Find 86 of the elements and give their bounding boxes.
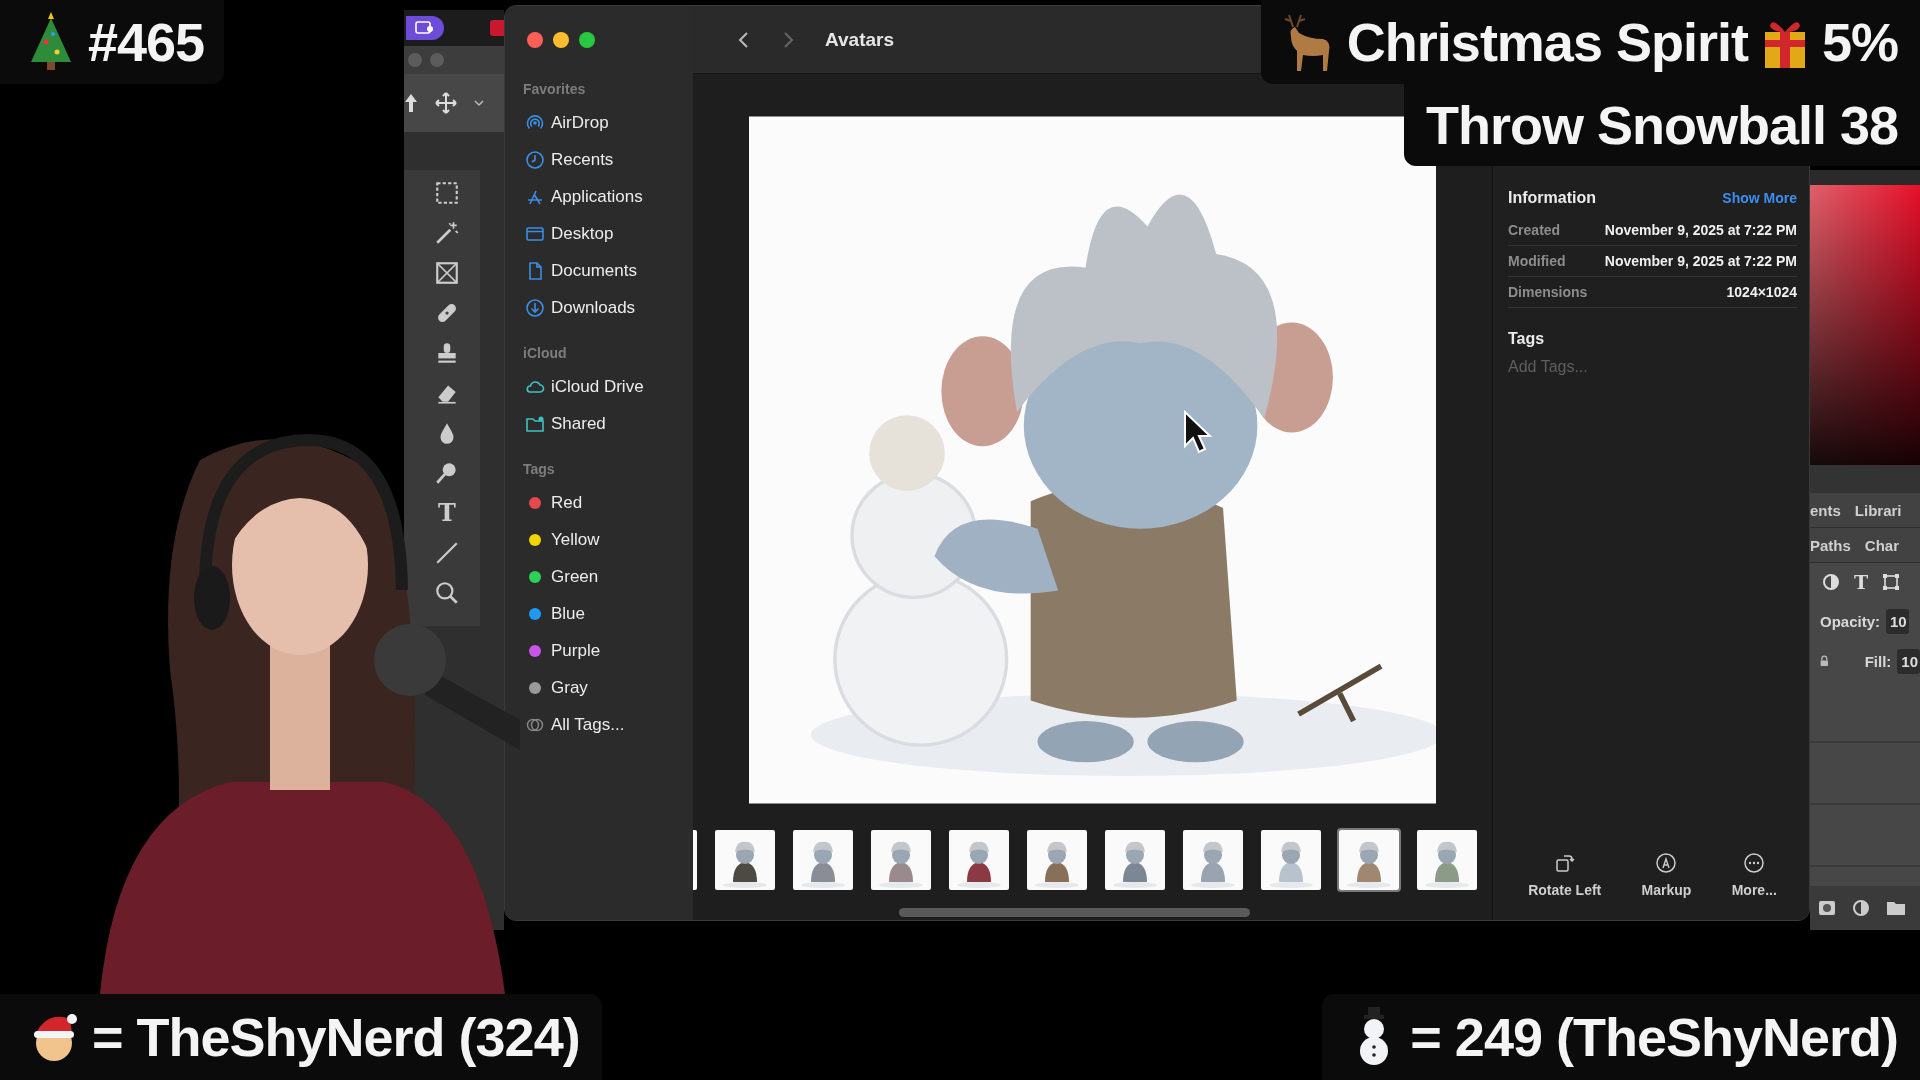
- section-header: Favorites: [523, 80, 587, 99]
- download-icon: [525, 297, 545, 318]
- field-label: Created: [1508, 222, 1561, 238]
- sidebar-item[interactable]: AirDrop: [523, 104, 693, 141]
- caret-icon[interactable]: [474, 99, 484, 107]
- sidebar-item[interactable]: Recents: [523, 141, 693, 178]
- leader-text: = TheShyNerd (324): [92, 1006, 580, 1068]
- show-more-link[interactable]: Show More: [1722, 190, 1797, 206]
- thumbnail[interactable]: [869, 828, 933, 892]
- spirit-value: 5%: [1821, 11, 1898, 73]
- sidebar-item[interactable]: All Tags...: [523, 706, 693, 743]
- window-title: Avatars: [825, 28, 894, 51]
- fill-label: Fill:: [1864, 652, 1892, 670]
- type-tool[interactable]: T: [438, 500, 456, 526]
- episode-number: #465: [88, 11, 205, 73]
- thumbnail[interactable]: [1415, 828, 1479, 892]
- thumbnail[interactable]: [1103, 828, 1167, 892]
- rotate-left-button[interactable]: Rotate Left: [1524, 850, 1606, 900]
- panel-tab[interactable]: ents: [1810, 501, 1841, 519]
- sidebar-item[interactable]: Desktop: [523, 215, 693, 252]
- thumbnail[interactable]: [1337, 828, 1401, 892]
- browser-tab[interactable]: [406, 16, 444, 40]
- color-field[interactable]: [1810, 185, 1920, 465]
- marquee-icon[interactable]: [434, 180, 460, 206]
- screen-share-icon: [415, 20, 435, 36]
- clock-icon: [525, 149, 545, 170]
- spirit-label: Christmas Spirit: [1346, 11, 1748, 73]
- scrollbar[interactable]: [899, 908, 1250, 917]
- sidebar-item[interactable]: Blue: [523, 595, 693, 632]
- move-icon[interactable]: [434, 91, 458, 115]
- section-title: Tags: [1508, 330, 1546, 348]
- sidebar-item[interactable]: Downloads: [523, 289, 693, 326]
- sidebar-item[interactable]: Documents: [523, 252, 693, 289]
- pointer-icon: [1183, 410, 1213, 454]
- close-button[interactable]: [527, 32, 543, 48]
- sidebar-item[interactable]: Applications: [523, 178, 693, 215]
- panel-tab[interactable]: Char: [1864, 536, 1900, 554]
- sidebar-item[interactable]: Yellow: [523, 521, 693, 558]
- line-icon[interactable]: [434, 540, 460, 566]
- fill-field[interactable]: 10: [1897, 648, 1920, 674]
- adjustment-icon[interactable]: [1852, 899, 1870, 917]
- chevron-left-icon: [737, 30, 749, 49]
- tags-field[interactable]: Add Tags...: [1508, 356, 1797, 378]
- field-value: 1024×1024: [1726, 284, 1797, 300]
- zoom-icon[interactable]: [434, 580, 460, 606]
- panel-tab[interactable]: Paths: [1810, 536, 1851, 554]
- section-header: Tags: [523, 460, 556, 479]
- panel-tab[interactable]: Librari: [1854, 501, 1902, 519]
- sidebar-item[interactable]: Gray: [523, 669, 693, 706]
- opacity-field[interactable]: 10: [1886, 608, 1909, 634]
- ellipsis-icon: [1743, 852, 1766, 874]
- snowball-counter: Throw Snowball 38: [1425, 94, 1898, 156]
- leader-text: = 249 (TheShyNerd): [1410, 1006, 1898, 1068]
- field-value: November 9, 2025 at 7:22 PM: [1604, 222, 1797, 238]
- folder-icon[interactable]: [1886, 900, 1906, 916]
- thumbnail[interactable]: [1259, 828, 1323, 892]
- minimize-button[interactable]: [553, 32, 569, 48]
- thumbnail[interactable]: [713, 828, 777, 892]
- thumbnail[interactable]: [947, 828, 1011, 892]
- frame-icon[interactable]: [434, 260, 460, 286]
- transform-icon[interactable]: [1882, 573, 1901, 591]
- rotate-icon: [1553, 852, 1576, 874]
- sidebar-item[interactable]: Shared: [523, 405, 693, 442]
- section-title: Information: [1508, 189, 1596, 207]
- wand-icon[interactable]: [434, 220, 460, 246]
- sidebar-item[interactable]: Purple: [523, 632, 693, 669]
- opacity-label: Opacity:: [1820, 612, 1880, 630]
- thumbnail[interactable]: [1025, 828, 1089, 892]
- sidebar-item[interactable]: Green: [523, 558, 693, 595]
- sidebar-item[interactable]: Red: [523, 484, 693, 521]
- thumbnail[interactable]: [1181, 828, 1245, 892]
- mask-icon[interactable]: [1818, 900, 1836, 916]
- arrow-up-icon[interactable]: [404, 93, 418, 113]
- section-header: iCloud: [523, 344, 568, 363]
- thumbnail[interactable]: [791, 828, 855, 892]
- more-button[interactable]: More...: [1727, 850, 1781, 900]
- field-value: November 9, 2025 at 7:22 PM: [1604, 253, 1797, 269]
- chevron-right-icon: [783, 30, 795, 49]
- type-layer-filter[interactable]: T: [1854, 571, 1869, 593]
- markup-button[interactable]: Markup: [1637, 850, 1696, 900]
- pen-icon: [1655, 852, 1678, 874]
- adjustment-icon[interactable]: [1822, 573, 1840, 591]
- field-label: Modified: [1508, 253, 1566, 269]
- field-label: Dimensions: [1508, 284, 1588, 300]
- sidebar-item[interactable]: iCloud Drive: [523, 368, 693, 405]
- zoom-button[interactable]: [579, 32, 595, 48]
